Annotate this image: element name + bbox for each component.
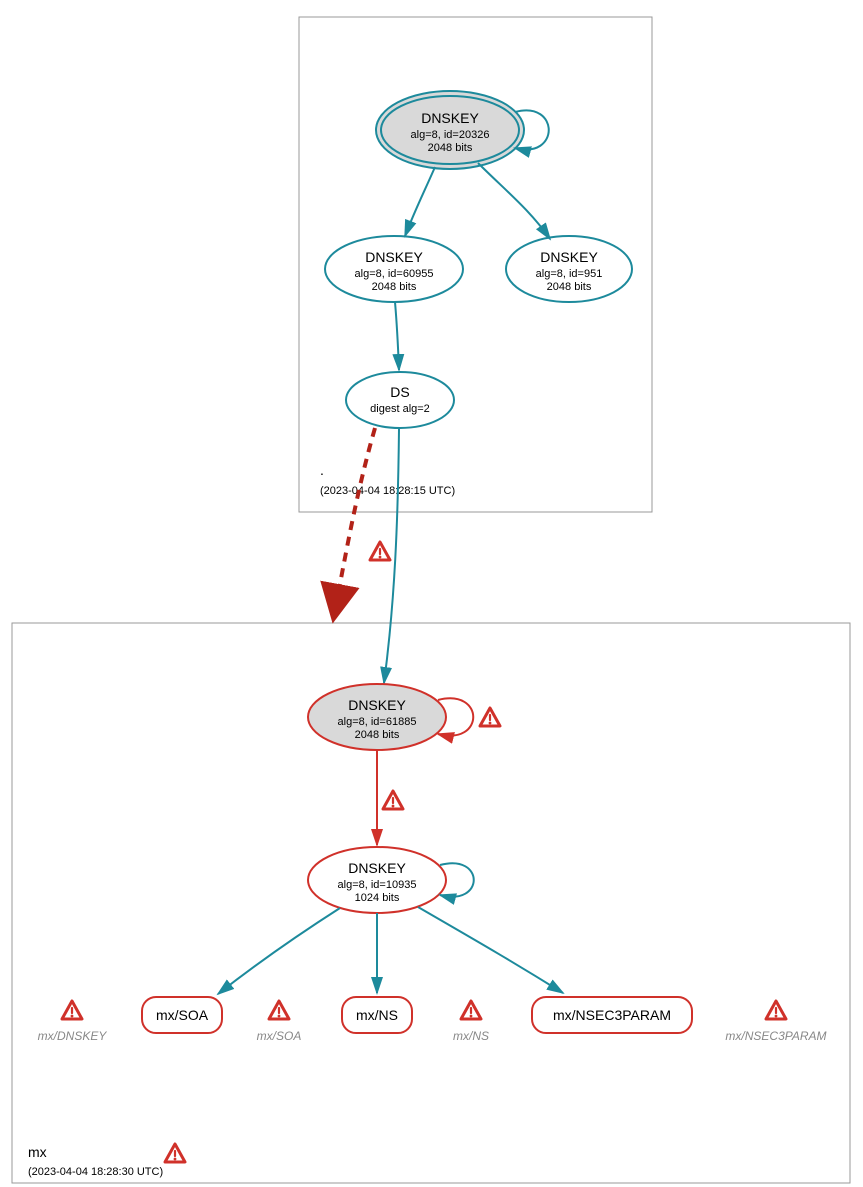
svg-text:2048 bits: 2048 bits (372, 281, 417, 293)
warn-mx-soa: mx/SOA (257, 1001, 302, 1043)
zone-mx-timestamp: (2023-04-04 18:28:30 UTC) (28, 1166, 163, 1178)
svg-text:DNSKEY: DNSKEY (421, 110, 479, 126)
node-root-zsk-60955: DNSKEY alg=8, id=60955 2048 bits (325, 236, 463, 302)
edge-zsk1-ds (395, 302, 399, 370)
edge-ksk-zsk2 (478, 163, 550, 239)
svg-text:alg=8, id=10935: alg=8, id=10935 (338, 879, 417, 891)
svg-text:mx/NS: mx/NS (453, 1029, 489, 1043)
warn-mx-nsec3: mx/NSEC3PARAM (725, 1001, 826, 1043)
node-mx-zsk: DNSKEY alg=8, id=10935 1024 bits (308, 847, 446, 913)
edge-zsk-soa (218, 908, 340, 994)
dnssec-diagram: . (2023-04-04 18:28:15 UTC) mx (2023-04-… (0, 0, 863, 1187)
svg-text:2048 bits: 2048 bits (355, 729, 400, 741)
svg-text:DNSKEY: DNSKEY (540, 249, 598, 265)
warn-mx-ns: mx/NS (453, 1001, 489, 1043)
rr-mx-soa: mx/SOA (142, 997, 222, 1033)
warn-mx-dnskey: mx/DNSKEY (38, 1001, 108, 1043)
svg-text:mx/NSEC3PARAM: mx/NSEC3PARAM (725, 1029, 826, 1043)
svg-text:alg=8, id=60955: alg=8, id=60955 (355, 268, 434, 280)
node-root-ksk: DNSKEY alg=8, id=20326 2048 bits (376, 91, 524, 169)
edge-zsk-nsec3 (418, 907, 563, 993)
warning-icon (383, 791, 403, 809)
svg-text:DNSKEY: DNSKEY (348, 697, 406, 713)
node-root-zsk-951: DNSKEY alg=8, id=951 2048 bits (506, 236, 632, 302)
svg-text:DS: DS (390, 384, 409, 400)
svg-text:mx/SOA: mx/SOA (257, 1029, 302, 1043)
zone-mx-label: mx (28, 1144, 47, 1160)
node-mx-ksk: DNSKEY alg=8, id=61885 2048 bits (308, 684, 446, 750)
warning-icon (165, 1144, 185, 1162)
svg-text:mx/SOA: mx/SOA (156, 1007, 209, 1023)
warning-icon (370, 542, 390, 560)
edge-ksk-zsk1 (405, 167, 435, 236)
svg-text:alg=8, id=20326: alg=8, id=20326 (411, 129, 490, 141)
zone-root-label: . (320, 462, 324, 478)
svg-text:DNSKEY: DNSKEY (365, 249, 423, 265)
edge-delegation-warn (337, 428, 375, 600)
svg-text:2048 bits: 2048 bits (547, 281, 592, 293)
svg-text:mx/NS: mx/NS (356, 1007, 398, 1023)
svg-text:alg=8, id=61885: alg=8, id=61885 (338, 716, 417, 728)
svg-text:alg=8, id=951: alg=8, id=951 (536, 268, 603, 280)
svg-text:mx/NSEC3PARAM: mx/NSEC3PARAM (553, 1007, 671, 1023)
svg-text:mx/DNSKEY: mx/DNSKEY (38, 1029, 108, 1043)
svg-text:digest alg=2: digest alg=2 (370, 403, 430, 415)
svg-text:2048 bits: 2048 bits (428, 142, 473, 154)
zone-root-timestamp: (2023-04-04 18:28:15 UTC) (320, 485, 455, 497)
warning-icon (480, 708, 500, 726)
node-root-ds: DS digest alg=2 (346, 372, 454, 428)
svg-text:1024 bits: 1024 bits (355, 892, 400, 904)
svg-text:DNSKEY: DNSKEY (348, 860, 406, 876)
rr-mx-nsec3param: mx/NSEC3PARAM (532, 997, 692, 1033)
rr-mx-ns: mx/NS (342, 997, 412, 1033)
